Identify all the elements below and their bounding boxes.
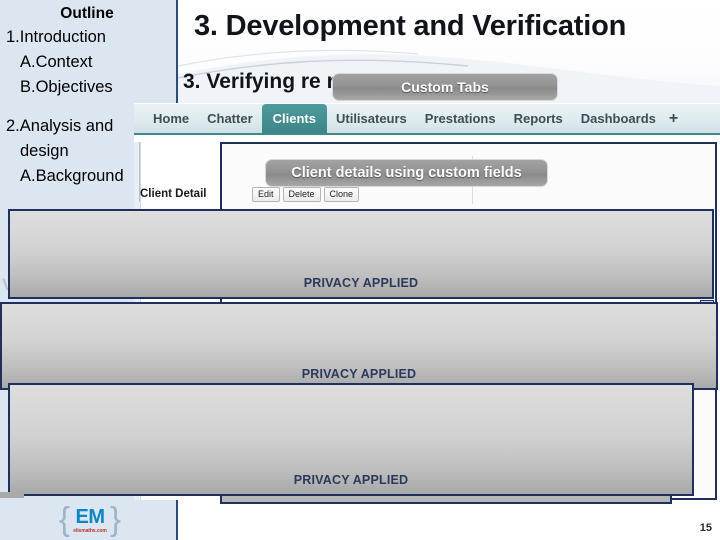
delete-button[interactable]: Delete [282, 187, 321, 202]
outline-item-objectives[interactable]: B.Objectives [4, 75, 170, 100]
slide-title: 3. Development and Verification [194, 10, 627, 42]
slide-canvas: Outline 1.Introduction A.Context B.Objec… [0, 0, 720, 540]
brand-logo: { } EM elismaths.com [57, 500, 123, 538]
clone-button[interactable]: Clone [323, 187, 360, 202]
page-fragment-bottom [220, 496, 672, 504]
privacy-overlay-3-label: PRIVACY APPLIED [293, 473, 409, 487]
logo-brace-right-icon: } [109, 500, 121, 537]
privacy-overlay-1: PRIVACY APPLIED [8, 209, 714, 299]
tab-reports[interactable]: Reports [505, 105, 572, 133]
footer-background [180, 505, 720, 540]
privacy-overlay-2: PRIVACY APPLIED [0, 302, 718, 390]
tab-utilisateurs[interactable]: Utilisateurs [327, 105, 416, 133]
logo-brace-left-icon: { [59, 500, 71, 537]
client-detail-title: Client Detail [140, 188, 207, 200]
tab-clients[interactable]: Clients [261, 104, 327, 133]
crm-tab-bar: Home Chatter Clients Utilisateurs Presta… [134, 104, 720, 135]
outline-item-context[interactable]: A.Context [4, 50, 170, 75]
tab-home[interactable]: Home [144, 105, 198, 133]
page-fragment-bottom-left [0, 492, 24, 498]
tab-prestations[interactable]: Prestations [416, 105, 505, 133]
page-number: 15 [699, 522, 712, 534]
edit-button[interactable]: Edit [252, 187, 280, 202]
callout-client-details-label: Client details using custom fields [291, 165, 522, 181]
client-detail-actions: Edit Delete Clone [252, 187, 360, 202]
callout-client-details[interactable]: Client details using custom fields [265, 159, 548, 187]
privacy-overlay-1-label: PRIVACY APPLIED [303, 276, 419, 290]
callout-custom-tabs[interactable]: Custom Tabs [332, 73, 558, 101]
outline-heading: Outline [60, 5, 114, 22]
client-detail-header: Client Detail Edit Delete Clone [140, 187, 714, 205]
callout-custom-tabs-label: Custom Tabs [401, 79, 489, 95]
add-tab-icon[interactable]: + [665, 105, 687, 133]
logo-url: elismaths.com [73, 527, 107, 534]
privacy-overlay-3: PRIVACY APPLIED [8, 383, 694, 496]
tab-chatter[interactable]: Chatter [198, 105, 262, 133]
tab-dashboards[interactable]: Dashboards [572, 105, 665, 133]
outline-item-introduction[interactable]: 1.Introduction [4, 25, 170, 50]
logo-mark: EM [75, 505, 106, 528]
